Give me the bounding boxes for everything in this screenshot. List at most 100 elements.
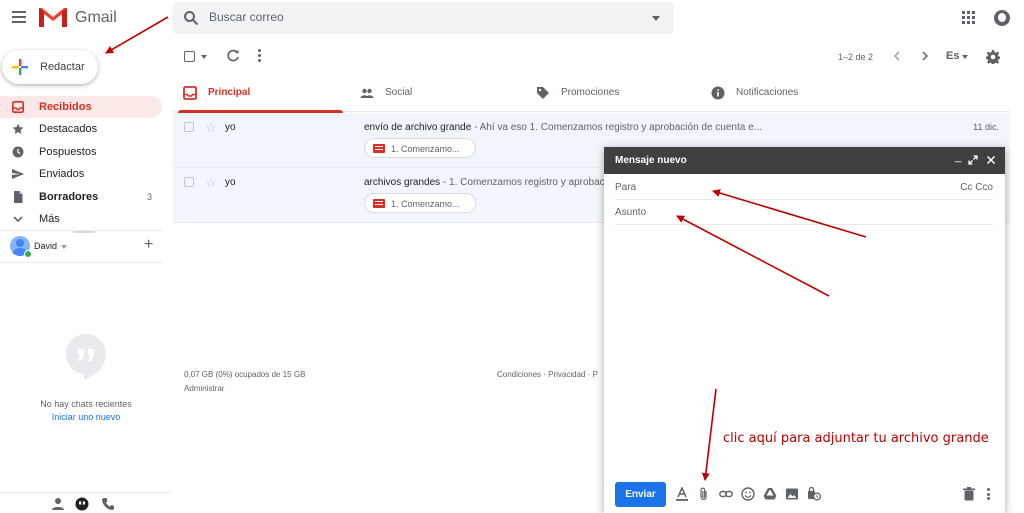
tab-notificaciones[interactable]: Notificaciones (701, 74, 876, 112)
gmail-wordmark: Gmail (75, 9, 117, 26)
link-icon[interactable] (719, 487, 733, 501)
trash-icon[interactable] (963, 487, 975, 501)
user-name[interactable]: David (34, 241, 57, 251)
video-file-icon (373, 199, 385, 208)
gmail-logo-icon[interactable] (38, 6, 68, 28)
row-checkbox[interactable] (184, 177, 194, 187)
sidebar-item-starred[interactable]: Destacados (0, 118, 162, 140)
text-format-icon[interactable] (675, 487, 689, 501)
phone-icon[interactable] (101, 497, 115, 511)
tab-label: Promociones (561, 87, 620, 98)
top-header: Gmail (0, 0, 1024, 36)
sidebar-item-drafts[interactable]: Borradores 3 (0, 186, 162, 208)
hangouts-bottom-bar (0, 492, 172, 513)
sidebar-nav: Recibidos Destacados Pospuestos Enviados… (0, 96, 162, 230)
subject-field[interactable]: Asunto (615, 200, 993, 225)
email-subject: envío de archivo grande - Ahí va eso 1. … (364, 122, 762, 133)
confidential-mode-icon[interactable] (807, 487, 821, 501)
sidebar-item-label: Pospuestos (39, 145, 97, 158)
email-date: 11 dic. (973, 122, 999, 132)
google-drive-icon[interactable] (763, 487, 777, 501)
to-label: Para (615, 182, 637, 193)
select-all-checkbox[interactable] (184, 51, 195, 62)
sidebar-item-more[interactable]: Más (0, 208, 162, 230)
chevron-right-icon[interactable] (919, 50, 931, 62)
search-options-icon[interactable] (652, 16, 660, 21)
more-options-icon[interactable] (258, 49, 262, 63)
compose-label: Redactar (40, 61, 85, 73)
star-icon[interactable]: ☆ (205, 175, 217, 191)
compose-window-header[interactable]: Mensaje nuevo _ (604, 147, 1005, 174)
hangouts-chat-icon (66, 334, 106, 380)
attach-file-icon[interactable] (697, 487, 711, 501)
compose-window: Mensaje nuevo _ Para Cc Cco Asunto Envia… (604, 147, 1005, 513)
attachment-chip[interactable]: 1. Comenzamo... (364, 193, 476, 213)
clock-icon (12, 146, 24, 158)
user-menu-caret-icon[interactable] (61, 245, 67, 249)
send-icon (12, 169, 24, 180)
subject-label: Asunto (615, 207, 647, 218)
compose-window-title: Mensaje nuevo (615, 155, 687, 166)
people-icon (360, 88, 374, 98)
search-bar[interactable] (173, 2, 674, 34)
minimize-icon[interactable]: _ (952, 151, 964, 165)
insert-photo-icon[interactable] (785, 487, 799, 501)
search-icon[interactable] (183, 10, 199, 26)
close-icon[interactable] (986, 155, 996, 165)
hangouts-icon[interactable] (75, 497, 89, 511)
footer-links[interactable]: Condiciones · Privacidad · P (497, 370, 598, 379)
email-snippet: - 1. Comenzamos registro y aprobación (440, 177, 619, 188)
search-input[interactable] (209, 10, 629, 24)
annotation-text: clic aquí para adjuntar tu archivo grand… (723, 431, 989, 446)
plus-icon (12, 59, 28, 75)
to-input[interactable] (655, 180, 935, 196)
email-subject-text: envío de archivo grande (364, 122, 472, 133)
refresh-icon[interactable] (226, 49, 240, 63)
star-icon (12, 123, 24, 135)
sidebar-item-inbox[interactable]: Recibidos (0, 96, 162, 118)
sidebar-item-sent[interactable]: Enviados (0, 163, 162, 185)
attachment-chip[interactable]: 1. Comenzamo... (364, 138, 476, 158)
person-icon[interactable] (51, 497, 65, 511)
compose-button[interactable]: Redactar (2, 50, 98, 84)
start-new-chat-link[interactable]: Iniciar uno nuevo (0, 412, 172, 422)
video-file-icon (373, 144, 385, 153)
input-language-button[interactable]: Es (946, 50, 959, 62)
add-chat-icon[interactable]: + (144, 236, 153, 254)
tab-principal[interactable]: Principal (173, 74, 348, 113)
mail-toolbar: 1–2 de 2 Es (173, 42, 1024, 72)
select-options-caret-icon[interactable] (201, 55, 207, 59)
send-button[interactable]: Enviar (615, 482, 666, 507)
sidebar-item-label: Recibidos (39, 101, 92, 113)
tab-label: Principal (208, 87, 251, 98)
inbox-icon (12, 101, 24, 113)
email-sender: yo (225, 177, 236, 188)
emoji-icon[interactable] (741, 487, 755, 501)
account-icon[interactable] (994, 10, 1010, 26)
expand-icon[interactable] (968, 155, 978, 165)
sidebar-item-snoozed[interactable]: Pospuestos (0, 141, 162, 163)
sidebar-item-label: Destacados (39, 123, 98, 136)
tab-social[interactable]: Social (350, 74, 525, 112)
email-subject: archivos grandes - 1. Comenzamos registr… (364, 177, 618, 188)
manage-storage-link[interactable]: Administrar (184, 384, 224, 393)
online-status-icon (24, 250, 32, 258)
chevron-left-icon[interactable] (891, 50, 903, 62)
row-checkbox[interactable] (184, 122, 194, 132)
cc-bcc-link[interactable]: Cc Cco (960, 182, 993, 193)
attachment-name: 1. Comenzamo... (391, 199, 460, 209)
tab-promociones[interactable]: Promociones (526, 74, 701, 112)
to-field[interactable]: Para Cc Cco (615, 175, 993, 200)
star-icon[interactable]: ☆ (205, 120, 217, 136)
language-caret-icon[interactable] (962, 55, 968, 59)
main-menu-icon[interactable] (12, 11, 26, 23)
gear-icon[interactable] (986, 50, 1000, 64)
apps-grid-icon[interactable] (962, 11, 976, 25)
info-icon (711, 86, 725, 100)
more-options-icon[interactable] (987, 488, 991, 502)
subject-input[interactable] (663, 205, 943, 221)
tab-label: Notificaciones (736, 87, 799, 98)
inbox-icon (183, 86, 197, 100)
pagination-text: 1–2 de 2 (838, 52, 874, 62)
tab-label: Social (385, 87, 413, 98)
